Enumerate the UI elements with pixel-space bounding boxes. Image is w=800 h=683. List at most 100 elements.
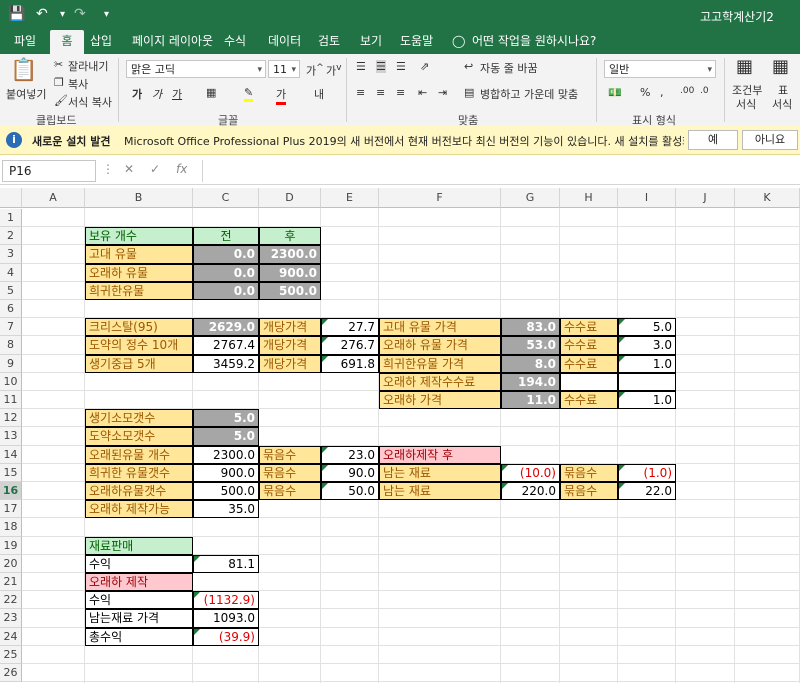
align-bottom-icon[interactable]: ☰ xyxy=(396,60,406,73)
phonetic-icon[interactable]: 내 xyxy=(314,86,324,102)
format-as-table-button-line2[interactable]: 서식 xyxy=(772,96,792,112)
cell-h16[interactable]: 묶음수 xyxy=(560,482,618,501)
conditional-format-button-line2[interactable]: 서식 xyxy=(736,96,756,112)
cell-h15[interactable]: 묶음수 xyxy=(560,463,618,482)
cell-g9[interactable]: 8.0 xyxy=(501,354,560,373)
cancel-icon[interactable]: ✕ xyxy=(124,162,134,176)
cell-c22[interactable]: (1132.9) xyxy=(193,591,259,610)
column-header-i[interactable]: I xyxy=(618,188,676,208)
save-icon[interactable]: 💾 xyxy=(8,6,25,22)
cell-c4[interactable]: 0.0 xyxy=(193,263,259,282)
column-header-b[interactable]: B xyxy=(85,188,193,208)
cell-c15[interactable]: 900.0 xyxy=(193,463,259,482)
row-header-2[interactable]: 2 xyxy=(0,227,22,246)
select-all-corner[interactable] xyxy=(0,188,22,208)
cell-f16[interactable]: 남는 재료 xyxy=(379,482,501,501)
cell-d3[interactable]: 2300.0 xyxy=(259,245,321,264)
row-header-4[interactable]: 4 xyxy=(0,263,22,282)
column-header-f[interactable]: F xyxy=(379,188,501,208)
cell-i11[interactable]: 1.0 xyxy=(618,391,676,410)
copy-button[interactable]: 복사 xyxy=(68,76,88,92)
cell-d2[interactable]: 후 xyxy=(259,227,321,246)
wrap-text-button[interactable]: 자동 줄 바꿈 xyxy=(480,60,538,76)
column-header-c[interactable]: C xyxy=(193,188,259,208)
undo-dropdown-icon[interactable]: ▾ xyxy=(60,9,65,20)
cell-f14[interactable]: 오래하제작 후 xyxy=(379,445,501,464)
cell-c20[interactable]: 81.1 xyxy=(193,554,259,573)
row-header-11[interactable]: 11 xyxy=(0,391,22,410)
tab-home[interactable]: 홈 xyxy=(50,30,84,54)
cell-e9[interactable]: 691.8 xyxy=(321,354,379,373)
enter-icon[interactable]: ✓ xyxy=(150,162,160,176)
row-header-12[interactable]: 12 xyxy=(0,409,22,428)
row-header-7[interactable]: 7 xyxy=(0,318,22,337)
format-painter-button[interactable]: 서식 복사 xyxy=(68,94,112,110)
cell-i10[interactable] xyxy=(618,372,676,391)
row-header-10[interactable]: 10 xyxy=(0,372,22,391)
cell-b21[interactable]: 오래하 제작 xyxy=(85,573,193,592)
row-header-8[interactable]: 8 xyxy=(0,336,22,355)
increase-indent-icon[interactable]: ⇥ xyxy=(438,86,447,99)
cell-b7[interactable]: 크리스탈(95) xyxy=(85,318,193,337)
tab-view[interactable]: 보기 xyxy=(356,30,386,54)
cell-i8[interactable]: 3.0 xyxy=(618,336,676,355)
cell-c23[interactable]: 1093.0 xyxy=(193,609,259,628)
row-header-19[interactable]: 19 xyxy=(0,536,22,555)
cell-i16[interactable]: 22.0 xyxy=(618,482,676,501)
cell-i9[interactable]: 1.0 xyxy=(618,354,676,373)
copy-icon[interactable]: ❐ xyxy=(54,76,64,89)
increase-font-icon[interactable]: 가^ xyxy=(306,62,324,79)
cell-c13[interactable]: 5.0 xyxy=(193,427,259,446)
cell-b13[interactable]: 도약소모갯수 xyxy=(85,427,193,446)
font-name-select[interactable]: 맑은 고딕 ▾ xyxy=(126,60,266,78)
cell-b22[interactable]: 수익 xyxy=(85,591,193,610)
font-size-select[interactable]: 11 ▾ xyxy=(268,60,300,78)
column-header-d[interactable]: D xyxy=(259,188,321,208)
cell-b16[interactable]: 오래하유물갯수 xyxy=(85,482,193,501)
tab-formulas[interactable]: 수식 xyxy=(220,30,250,54)
font-color-icon[interactable]: 가 xyxy=(276,86,287,105)
cell-d15[interactable]: 묶음수 xyxy=(259,463,321,482)
borders-icon[interactable]: ▦ xyxy=(206,86,216,99)
paste-icon[interactable]: 📋 xyxy=(10,58,37,83)
orientation-icon[interactable]: ⇗ xyxy=(420,60,429,73)
cell-h7[interactable]: 수수료 xyxy=(560,318,618,337)
align-left-icon[interactable]: ≡ xyxy=(356,86,365,99)
row-header-17[interactable]: 17 xyxy=(0,500,22,519)
cell-f7[interactable]: 고대 유물 가격 xyxy=(379,318,501,337)
row-header-16[interactable]: 16 xyxy=(0,482,22,501)
cell-c7[interactable]: 2629.0 xyxy=(193,318,259,337)
paste-button[interactable]: 붙여넣기 xyxy=(6,86,46,102)
cell-d8[interactable]: 개당가격 xyxy=(259,336,321,355)
row-header-13[interactable]: 13 xyxy=(0,427,22,446)
cell-g16[interactable]: 220.0 xyxy=(501,482,560,501)
cell-f11[interactable]: 오래하 가격 xyxy=(379,391,501,410)
cell-g11[interactable]: 11.0 xyxy=(501,391,560,410)
percent-icon[interactable]: % xyxy=(640,86,650,99)
message-yes-button[interactable]: 예 xyxy=(688,130,738,150)
name-box[interactable]: P16 xyxy=(2,160,96,182)
format-as-table-icon[interactable]: ▦ xyxy=(772,56,789,77)
cell-f10[interactable]: 오래하 제작수수료 xyxy=(379,372,501,391)
message-no-button[interactable]: 아니요 xyxy=(742,130,798,150)
cell-d4[interactable]: 900.0 xyxy=(259,263,321,282)
cell-d16[interactable]: 묶음수 xyxy=(259,482,321,501)
cell-g10[interactable]: 194.0 xyxy=(501,372,560,391)
worksheet-grid[interactable]: A B C D E F G H I J K 1 2 3 4 5 6 7 8 9 10 11 12 13 14 15 16 17 18 19… xyxy=(0,188,800,683)
cell-f15[interactable]: 남는 재료 xyxy=(379,463,501,482)
conditional-format-icon[interactable]: ▦ xyxy=(736,56,753,77)
merge-center-button[interactable]: 병합하고 가운데 맞춤 xyxy=(480,86,578,102)
align-center-icon[interactable]: ≡ xyxy=(376,86,385,99)
formula-input[interactable] xyxy=(202,160,799,182)
cell-c14[interactable]: 2300.0 xyxy=(193,445,259,464)
cell-h11[interactable]: 수수료 xyxy=(560,391,618,410)
cell-e15[interactable]: 90.0 xyxy=(321,463,379,482)
cell-e7[interactable]: 27.7 xyxy=(321,318,379,337)
cell-c3[interactable]: 0.0 xyxy=(193,245,259,264)
tab-insert[interactable]: 삽입 xyxy=(86,30,116,54)
column-header-a[interactable]: A xyxy=(22,188,85,208)
cut-icon[interactable]: ✂ xyxy=(54,58,63,71)
column-header-k[interactable]: K xyxy=(735,188,800,208)
customize-qat-icon[interactable]: ▾ xyxy=(104,9,109,20)
format-painter-icon[interactable]: 🖌 xyxy=(54,94,68,107)
